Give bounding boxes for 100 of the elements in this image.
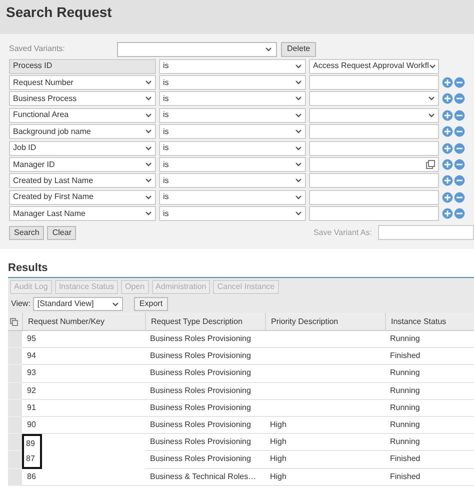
table-cell: Business Roles Provisioning (145, 416, 265, 434)
input-field[interactable] (309, 140, 439, 156)
table-cell: Running (385, 331, 474, 348)
caret-icon (428, 64, 436, 69)
operator-select[interactable]: is (159, 75, 306, 90)
view-label: View: (11, 298, 30, 310)
input-field[interactable] (309, 173, 439, 188)
add-icon[interactable] (442, 93, 453, 104)
caret-icon (295, 112, 302, 118)
table-cell: 91 (22, 400, 145, 417)
caret-icon (295, 129, 302, 134)
input-field[interactable] (309, 206, 439, 222)
delete-button[interactable]: Delete (281, 42, 316, 56)
add-icon[interactable] (442, 142, 453, 154)
input-field[interactable] (309, 190, 439, 205)
add-icon[interactable] (442, 110, 453, 121)
caret-icon (145, 80, 152, 86)
remove-icon[interactable] (454, 110, 465, 121)
field-select[interactable]: Request Number (9, 75, 156, 90)
add-icon[interactable] (442, 208, 453, 220)
page-title: Search Request (6, 4, 112, 20)
caret-icon (295, 178, 302, 184)
remove-icon[interactable] (454, 192, 465, 203)
operator-select[interactable]: is (159, 91, 306, 106)
field-select[interactable]: Created by First Name (9, 190, 156, 205)
toolbar-button: Audit Log (10, 280, 52, 294)
caret-icon (145, 178, 152, 184)
column-header[interactable]: Priority Description (265, 313, 385, 330)
operator-select[interactable]: is (159, 190, 306, 205)
results-heading: Results (8, 261, 48, 275)
operator-select[interactable]: is (159, 58, 306, 74)
add-icon[interactable] (442, 77, 453, 88)
table-cell: Business Roles Provisioning (145, 348, 265, 366)
copy-icon[interactable] (426, 160, 435, 170)
add-icon[interactable] (442, 175, 453, 186)
remove-icon[interactable] (454, 93, 465, 104)
field-select[interactable]: Manager Last Name (9, 206, 156, 222)
input-field[interactable] (309, 124, 439, 140)
add-icon[interactable] (442, 159, 453, 170)
input-field[interactable] (309, 75, 439, 90)
remove-icon[interactable] (454, 126, 465, 138)
remove-icon[interactable] (454, 142, 465, 154)
toolbar-button: Instance Status (54, 280, 118, 294)
clear-button[interactable]: Clear (47, 226, 76, 240)
value-select[interactable] (309, 91, 439, 106)
add-icon[interactable] (442, 192, 453, 203)
caret-icon (295, 80, 302, 86)
field-select[interactable]: Job ID (9, 140, 156, 156)
table-cell: High (265, 451, 385, 468)
save-variant-label: Save Variant As: (313, 226, 372, 239)
operator-select[interactable]: is (159, 124, 306, 140)
operator-select[interactable]: is (159, 108, 306, 123)
table-cell: High (265, 468, 385, 486)
field-label: Process ID (9, 58, 156, 74)
value-select[interactable]: Access Request Approval Workfl (309, 58, 439, 74)
caret-icon (295, 64, 302, 69)
field-select[interactable]: Manager ID (9, 157, 156, 172)
value-select[interactable] (309, 108, 439, 123)
caret-icon (428, 96, 435, 102)
view-select[interactable]: [Standard View] (33, 297, 124, 311)
caret-icon (295, 194, 302, 200)
column-header[interactable]: Request Type Description (145, 313, 265, 330)
caret-icon (145, 96, 152, 102)
caret-icon (295, 96, 302, 102)
caret-icon (145, 112, 152, 118)
table-cell: High (265, 416, 385, 434)
table-cell: Finished (385, 451, 474, 468)
saved-variants-label: Saved Variants: (9, 43, 66, 55)
remove-icon[interactable] (454, 208, 465, 220)
toolbar-button: Open (120, 280, 149, 294)
field-select[interactable]: Business Process (9, 91, 156, 106)
search-button[interactable]: Search (9, 226, 44, 240)
remove-icon[interactable] (454, 77, 465, 88)
field-select[interactable]: Created by Last Name (9, 173, 156, 188)
operator-select[interactable]: is (159, 140, 306, 156)
toolbar-button: Administration (152, 280, 210, 294)
field-select[interactable]: Functional Area (9, 108, 156, 123)
add-icon[interactable] (442, 126, 453, 138)
table-cell: Business Roles Provisioning (145, 331, 265, 348)
table-cell: Business Roles Provisioning (145, 382, 265, 400)
save-variant-field[interactable] (378, 225, 474, 240)
table-cell: Business Roles Provisioning (145, 400, 265, 417)
remove-icon[interactable] (454, 175, 465, 186)
column-header[interactable]: Request Number/Key (22, 313, 145, 330)
select-all-icon[interactable] (10, 318, 18, 326)
caret-icon (428, 112, 435, 118)
value-field[interactable] (309, 157, 439, 172)
operator-select[interactable]: is (159, 173, 306, 188)
highlight-box: 89 (22, 434, 42, 452)
column-header[interactable]: Instance Status (385, 313, 474, 330)
operator-select[interactable]: is (159, 157, 306, 172)
operator-select[interactable]: is (159, 206, 306, 222)
table-cell: 92 (22, 382, 145, 400)
caret-icon (145, 194, 152, 200)
field-select[interactable]: Background job name (9, 124, 156, 140)
highlight-box: 87 (22, 451, 42, 468)
remove-icon[interactable] (454, 159, 465, 170)
export-button[interactable]: Export (134, 297, 168, 311)
table-cell: Running (385, 434, 474, 452)
saved-variants-select[interactable] (117, 42, 277, 56)
